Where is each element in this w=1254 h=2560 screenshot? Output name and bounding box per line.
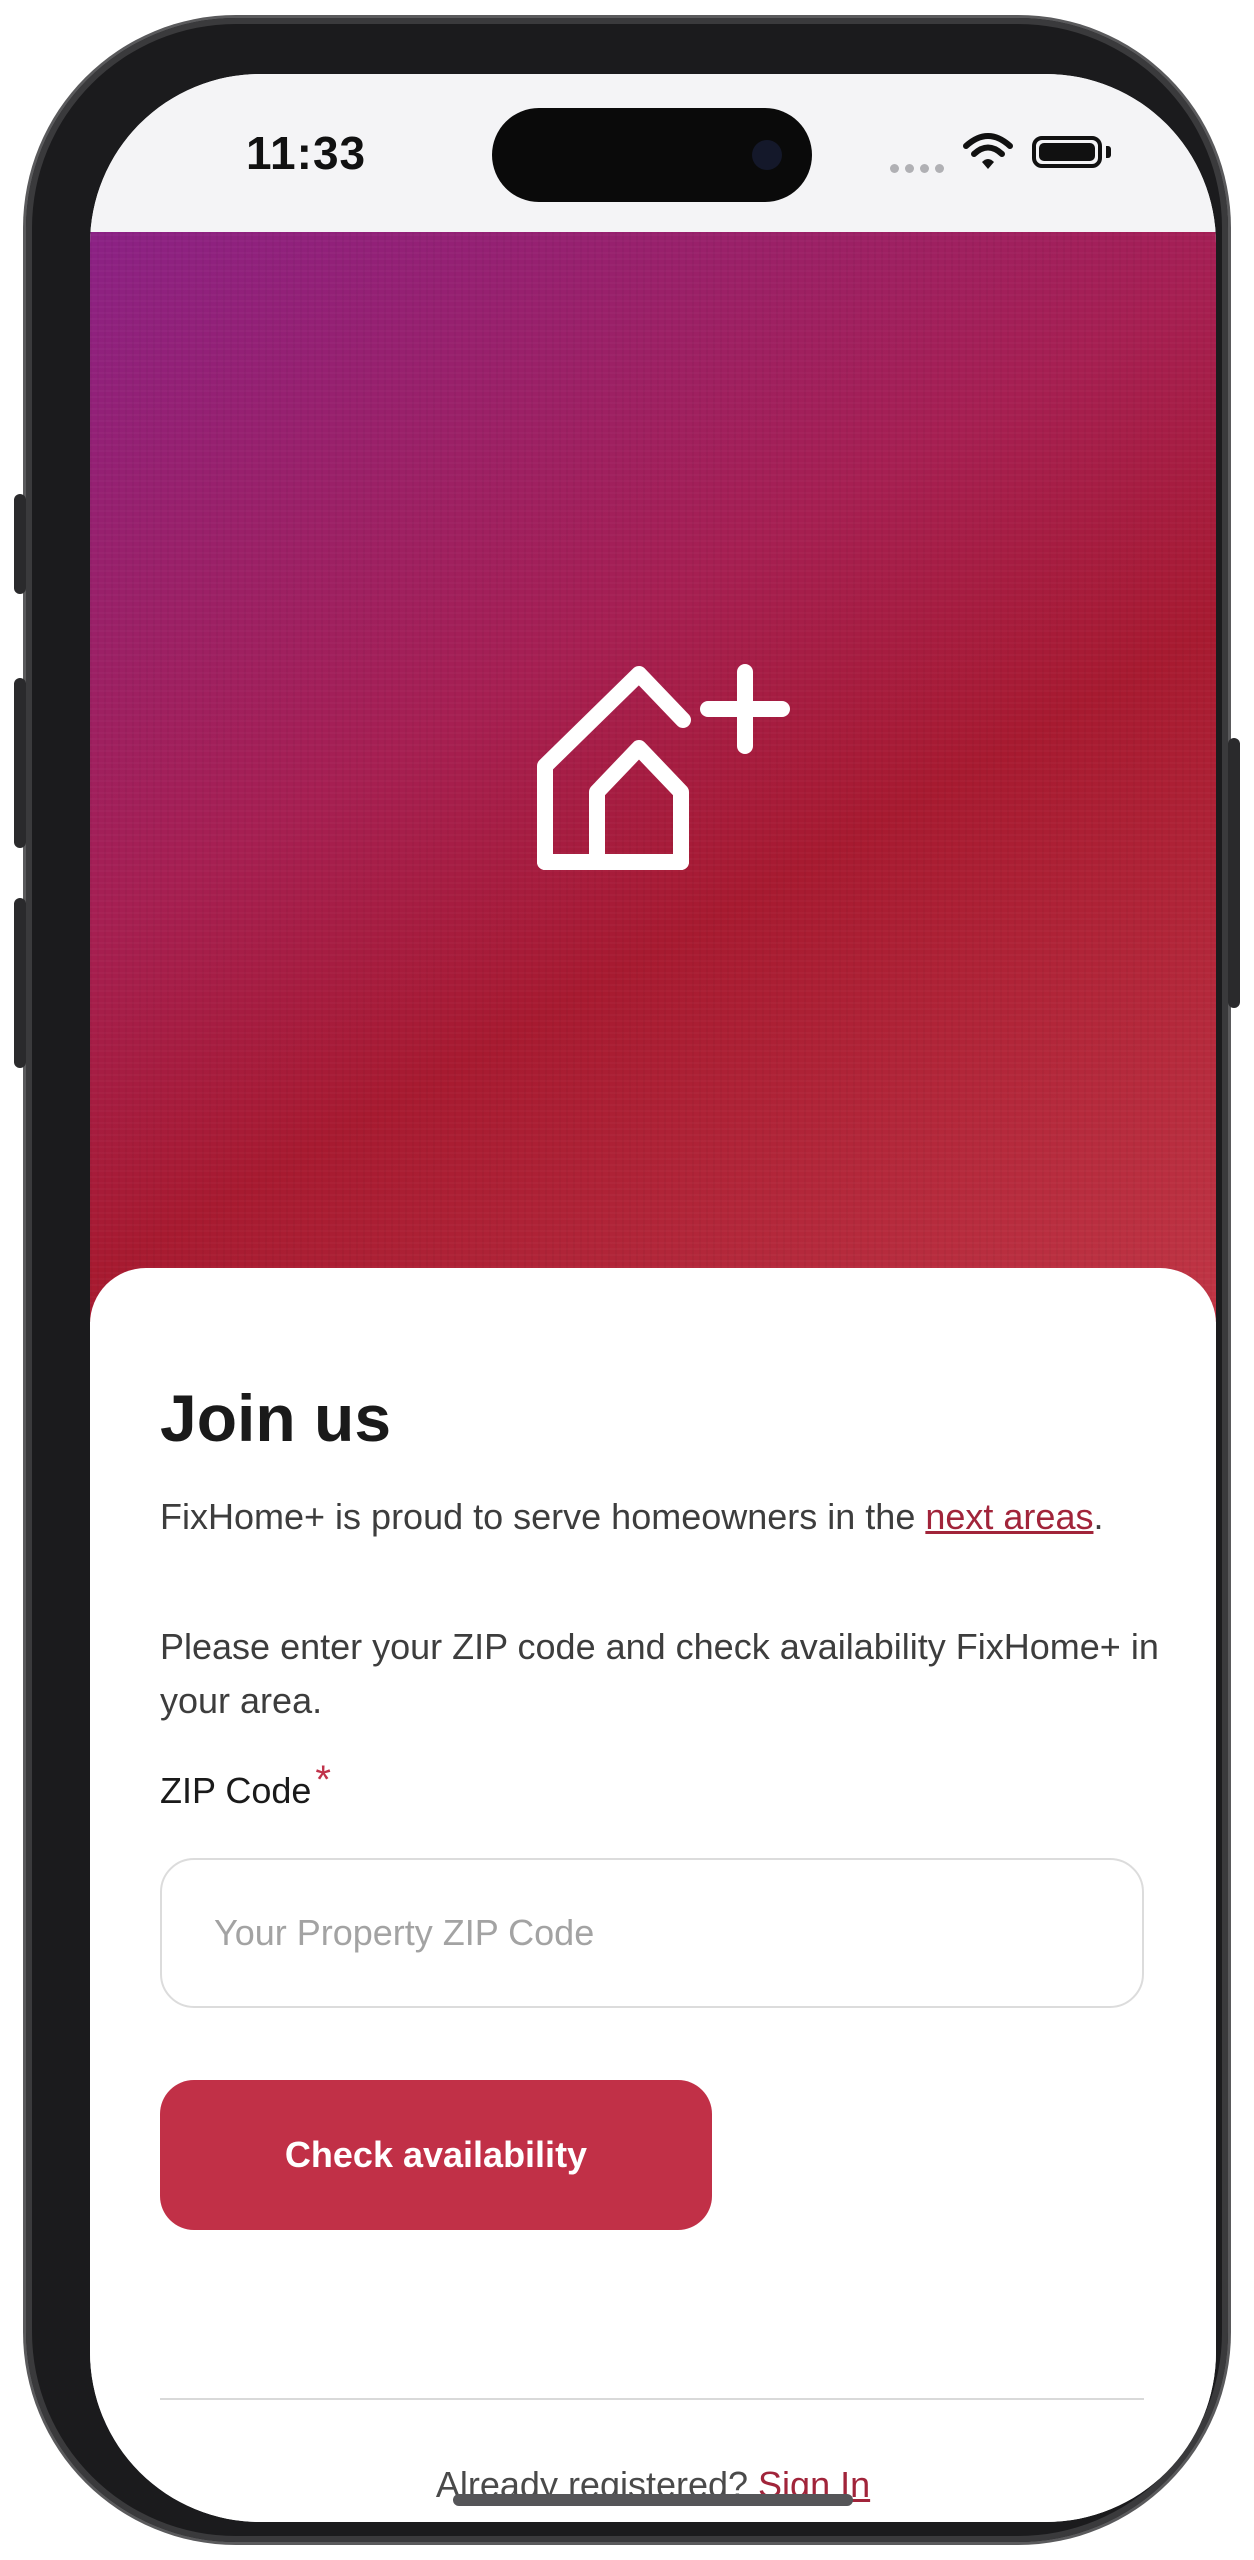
dynamic-island (492, 108, 812, 202)
action-button (14, 494, 26, 594)
divider (160, 2398, 1144, 2400)
cellular-signal-icon (890, 164, 944, 173)
status-time: 11:33 (246, 127, 367, 179)
page-title: Join us (160, 1381, 392, 1455)
home-indicator[interactable] (453, 2494, 853, 2506)
power-button (1228, 738, 1240, 1008)
intro-text-start: FixHome+ is proud to serve homeowners in… (160, 1496, 926, 1537)
instructions-text: Please enter your ZIP code and check ava… (160, 1626, 1159, 1721)
zip-code-label: ZIP Code * (160, 1758, 331, 1813)
signup-card: Join us FixHome+ is proud to serve homeo… (90, 1268, 1216, 2522)
zip-code-label-text: ZIP Code (160, 1770, 312, 1811)
intro-text: FixHome+ is proud to serve homeowners in… (160, 1490, 1160, 1544)
required-asterisk: * (315, 1758, 331, 1802)
house-plus-icon (537, 664, 790, 870)
intro-text-end: . (1093, 1496, 1104, 1537)
battery-cap (1106, 146, 1111, 158)
hero-banner (90, 232, 1216, 1322)
next-areas-link[interactable]: next areas (925, 1496, 1093, 1537)
battery-icon (1032, 136, 1102, 168)
status-bar: 11:33 (90, 74, 1216, 232)
zip-code-input[interactable] (160, 1858, 1144, 2008)
camera-icon (752, 140, 782, 170)
volume-down-button (14, 898, 26, 1068)
volume-up-button (14, 678, 26, 848)
phone-frame: 11:33 Join us FixHome+ is proud to serve… (14, 18, 1240, 2542)
phone-screen: 11:33 Join us FixHome+ is proud to serve… (90, 74, 1216, 2522)
wifi-icon (963, 133, 1013, 169)
check-availability-button[interactable]: Check availability (160, 2080, 712, 2230)
